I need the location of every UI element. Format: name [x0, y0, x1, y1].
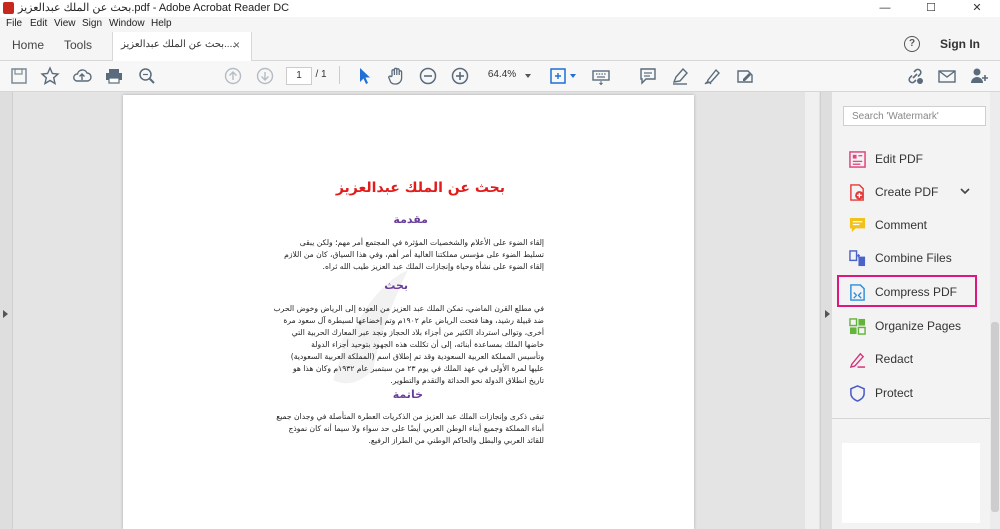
toolbar-separator: [339, 66, 340, 84]
section-heading: خاتمة: [392, 388, 423, 401]
tool-label: Organize Pages: [875, 319, 962, 333]
tool-label: Create PDF: [875, 185, 939, 199]
zoom-chevron-down-icon[interactable]: [525, 74, 531, 78]
add-person-icon[interactable]: [969, 66, 989, 86]
paragraph-line: تاريخ انطلاق الدولة نحو الحداثة والتقدم …: [390, 376, 544, 385]
collapse-right-panel-icon[interactable]: [825, 310, 830, 318]
help-icon[interactable]: ?: [904, 36, 920, 52]
paragraph-line: ضد قبيلة رشيد، وهنا فتحت الرياض عام ١٩٠٢…: [283, 316, 544, 325]
document-title: بحث عن الملك عبدالعزيز: [335, 180, 505, 196]
document-tab-label: بحث عن الملك عبدالعزيز....: [121, 39, 236, 50]
tools-pane-scroll-thumb[interactable]: [991, 322, 999, 512]
tab-tools[interactable]: Tools: [64, 38, 92, 52]
previous-page-icon[interactable]: [223, 66, 243, 86]
redact-icon: [849, 352, 866, 368]
tab-document[interactable]: بحث عن الملك عبدالعزيز.... ×: [112, 32, 252, 61]
paragraph-line: خاضها الملك بمساعدة أبنائه، إلى أن تكللت…: [311, 340, 544, 349]
comment-icon: [849, 217, 866, 233]
tool-combine-files[interactable]: Combine Files: [843, 244, 983, 272]
tool-comment[interactable]: Comment: [843, 211, 983, 239]
section-heading: بحث: [384, 279, 408, 292]
bookmark-star-icon[interactable]: [40, 66, 60, 86]
edit-pdf-icon: [849, 151, 866, 168]
section-heading: مقدمة: [393, 213, 428, 226]
tools-divider: [832, 418, 990, 419]
paragraph-line: أبناء المملكة وجميع أبناء الوطن العربي أ…: [288, 424, 544, 433]
organize-pages-icon: [849, 318, 866, 335]
tool-redact[interactable]: Redact: [843, 345, 983, 373]
tool-edit-pdf[interactable]: Edit PDF: [843, 145, 983, 173]
chevron-down-icon[interactable]: [960, 186, 970, 196]
close-tab-icon[interactable]: ×: [233, 38, 240, 52]
pdf-page: بحث عن الملك عبدالعزيز مقدمة إلقاء الضوء…: [123, 95, 694, 529]
expand-left-panel-icon[interactable]: [3, 310, 8, 318]
menu-window[interactable]: Window: [109, 17, 145, 31]
close-window-button[interactable]: ✕: [954, 0, 1000, 17]
paragraph-line: في مطلع القرن الماضي، تمكن الملك عبد الع…: [273, 304, 545, 313]
protect-icon: [850, 385, 865, 402]
title-bar: بحث عن الملك عبدالعزيز.pdf - Adobe Acrob…: [0, 0, 1000, 18]
acrobat-app-icon: [3, 2, 14, 14]
tool-search-input[interactable]: Search 'Watermark': [843, 106, 986, 126]
paragraph-line: عليها لمرة الأولى في عهد الملك في يوم ٢٣…: [292, 364, 544, 373]
paragraph-line: وتأسيس المملكة العربية السعودية وقد تم إ…: [290, 352, 544, 361]
tool-label: Comment: [875, 218, 928, 232]
page-number-input[interactable]: 1: [286, 67, 312, 85]
create-pdf-icon: [850, 184, 864, 201]
menu-help[interactable]: Help: [151, 17, 172, 31]
zoom-out-icon[interactable]: [418, 66, 438, 86]
tool-label: Protect: [875, 386, 914, 400]
sign-in-button[interactable]: Sign In: [940, 37, 980, 51]
zoom-level-dropdown[interactable]: 64.4%: [482, 67, 522, 83]
highlight-pen-icon[interactable]: [670, 66, 690, 86]
paragraph-line: للقائد العربي والبطل والحاكم الوطني من ا…: [368, 436, 544, 445]
page-total: / 1: [315, 69, 327, 80]
compress-pdf-highlight-box: [837, 275, 977, 307]
fill-sign-icon[interactable]: [735, 66, 755, 86]
window-title: بحث عن الملك عبدالعزيز.pdf - Adobe Acrob…: [18, 2, 290, 14]
draw-sign-icon[interactable]: [703, 66, 723, 86]
paragraph-line: إلقاء الضوء على الأعلام والشخصيات المؤثر…: [299, 238, 544, 247]
tools-pane-scrollbar[interactable]: [990, 92, 1000, 529]
menu-view[interactable]: View: [54, 17, 76, 31]
hand-tool-icon[interactable]: [386, 66, 406, 86]
paragraph-line: إلقاء الضوء على نشأة وحياة وإنجازات المل…: [322, 262, 544, 271]
fit-chevron-down-icon[interactable]: [570, 74, 576, 78]
save-icon[interactable]: [9, 66, 29, 86]
maximize-button[interactable]: ☐: [908, 0, 954, 17]
menu-bar: File Edit View Sign Window Help: [0, 17, 1000, 32]
comment-toolbar-icon[interactable]: [638, 66, 658, 86]
menu-file[interactable]: File: [6, 17, 22, 31]
print-icon[interactable]: [104, 66, 124, 86]
upload-cloud-icon[interactable]: [72, 66, 92, 86]
tool-label: Edit PDF: [875, 152, 924, 166]
fit-page-icon[interactable]: [548, 66, 568, 86]
find-zoom-icon[interactable]: [137, 66, 157, 86]
paragraph-line: تسليط الضوء على مؤسس مملكتنا الغالية أمر…: [284, 250, 544, 259]
combine-files-icon: [849, 250, 866, 267]
zoom-in-icon[interactable]: [450, 66, 470, 86]
menu-sign[interactable]: Sign: [82, 17, 102, 31]
left-panel-collapse-strip[interactable]: [0, 92, 13, 529]
tool-organize-pages[interactable]: Organize Pages: [843, 312, 983, 340]
minimize-button[interactable]: —: [862, 0, 908, 17]
promo-placeholder: [842, 443, 980, 523]
tool-create-pdf[interactable]: Create PDF: [843, 178, 983, 206]
keyboard-icon[interactable]: [591, 66, 611, 86]
menu-edit[interactable]: Edit: [30, 17, 47, 31]
tool-protect[interactable]: Protect: [843, 379, 983, 407]
document-scrollbar[interactable]: [805, 92, 819, 529]
email-icon[interactable]: [937, 66, 957, 86]
paragraph-line: أخرى، وتوالى استرداد الكثير من أجزاء بلا…: [291, 328, 544, 337]
next-page-icon[interactable]: [255, 66, 275, 86]
paragraph-line: تبقى ذكرى وإنجازات الملك عبد العزيز من ا…: [276, 412, 544, 421]
select-cursor-icon[interactable]: [354, 66, 374, 86]
tool-label: Redact: [875, 352, 914, 366]
tool-label: Combine Files: [875, 251, 952, 265]
share-link-icon[interactable]: [905, 66, 925, 86]
tab-home[interactable]: Home: [12, 38, 44, 52]
